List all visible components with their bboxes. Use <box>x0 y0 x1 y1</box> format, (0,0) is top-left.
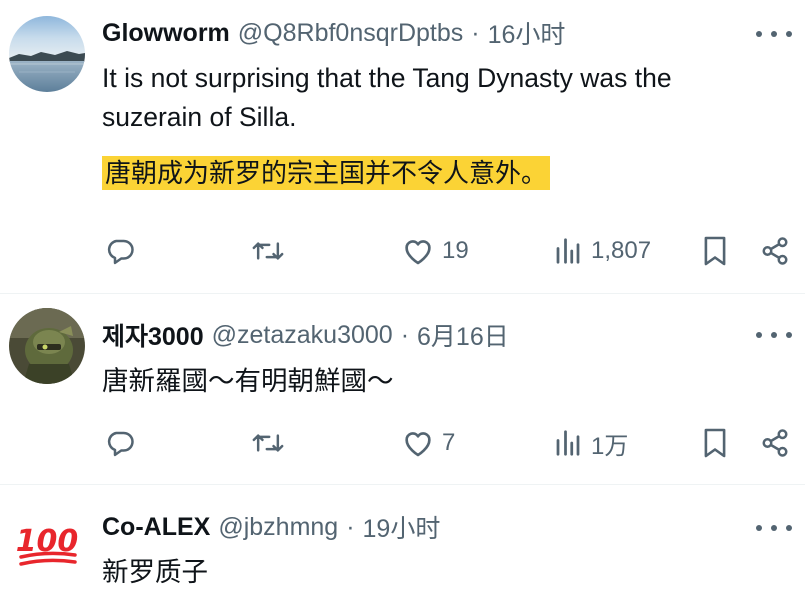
more-icon[interactable] <box>756 513 792 543</box>
separator-dot: · <box>346 512 355 541</box>
tweet-text-line: 唐新羅國〜有明朝鮮國〜 <box>102 366 394 396</box>
like-button[interactable]: 7 <box>402 421 455 465</box>
view-count: 1万 <box>591 432 629 460</box>
translation-highlight: 唐朝成为新罗的宗主国并不令人意外。 <box>102 156 551 190</box>
share-icon <box>762 237 788 265</box>
separator-dot: · <box>400 320 410 349</box>
reply-button[interactable] <box>105 421 135 465</box>
tweet-text-line: suzerain of Silla. <box>102 102 297 132</box>
bookmark-icon <box>704 236 726 266</box>
timestamp[interactable]: 16小时 <box>488 15 566 51</box>
reply-icon <box>107 431 134 457</box>
bookmark-icon <box>704 428 726 458</box>
user-handle[interactable]: @Q8Rbf0nsqrDptbs <box>238 19 463 48</box>
bookmark-button[interactable] <box>702 421 728 465</box>
like-count: 19 <box>442 237 469 264</box>
action-bar: 7 1万 <box>0 421 805 465</box>
robot-figure-photo <box>9 308 85 384</box>
more-icon[interactable] <box>756 19 792 49</box>
tweet-1[interactable]: Glowworm @Q8Rbf0nsqrDptbs · 16小时 It is n… <box>0 0 805 293</box>
heart-icon <box>405 432 431 457</box>
retweet-button[interactable] <box>252 229 284 273</box>
tweet-header: Co-ALEX @jbzhmng · 19小时 <box>102 509 440 545</box>
tweet-2[interactable]: 제자3000 @zetazaku3000 · 6月16日 唐新羅國〜有明朝鮮國〜… <box>0 294 805 484</box>
retweet-icon <box>252 242 284 260</box>
tweet-header: 제자3000 @zetazaku3000 · 6月16日 <box>102 317 509 353</box>
reply-icon <box>107 239 134 265</box>
display-name[interactable]: 제자3000 <box>102 317 204 353</box>
retweet-icon <box>252 434 284 452</box>
translation-text: 唐朝成为新罗的宗主国并不令人意外。 <box>102 153 551 193</box>
heart-icon <box>405 240 431 265</box>
reply-button[interactable] <box>105 229 135 273</box>
lake-landscape-photo <box>9 16 85 92</box>
tweet-header: Glowworm @Q8Rbf0nsqrDptbs · 16小时 <box>102 15 565 51</box>
view-count: 1,807 <box>591 237 652 264</box>
share-icon <box>762 429 788 457</box>
like-button[interactable]: 19 <box>402 229 469 273</box>
more-icon[interactable] <box>756 320 792 350</box>
tweet-3[interactable]: 100 Co-ALEX @jbzhmng · 19小时 新罗质子 <box>0 485 805 604</box>
hundred-points-emoji: 100 <box>16 524 78 566</box>
bookmark-button[interactable] <box>702 229 728 273</box>
display-name[interactable]: Co-ALEX <box>102 513 210 542</box>
views-icon <box>556 430 580 456</box>
timestamp[interactable]: 6月16日 <box>417 317 509 353</box>
avatar[interactable]: 100 <box>9 505 85 581</box>
tweet-text-line: 新罗质子 <box>102 557 208 587</box>
like-count: 7 <box>442 429 456 456</box>
views-button[interactable]: 1,807 <box>553 229 651 273</box>
share-button[interactable] <box>760 421 790 465</box>
tweet-text-line: It is not surprising that the Tang Dynas… <box>102 63 672 93</box>
views-icon <box>556 238 580 264</box>
action-bar: 19 1,807 <box>0 229 805 273</box>
user-handle[interactable]: @jbzhmng <box>218 513 338 542</box>
display-name[interactable]: Glowworm <box>102 19 230 48</box>
views-button[interactable]: 1万 <box>553 421 628 465</box>
avatar[interactable] <box>9 16 85 92</box>
avatar[interactable] <box>9 308 85 384</box>
user-handle[interactable]: @zetazaku3000 <box>212 321 393 350</box>
timestamp[interactable]: 19小时 <box>363 509 441 545</box>
retweet-button[interactable] <box>252 421 284 465</box>
separator-dot: · <box>471 18 480 47</box>
share-button[interactable] <box>760 229 790 273</box>
